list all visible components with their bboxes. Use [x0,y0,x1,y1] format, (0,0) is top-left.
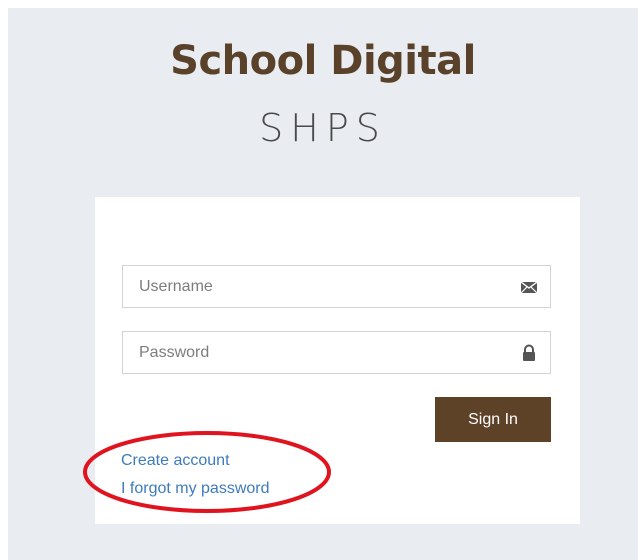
password-field[interactable] [122,331,551,374]
forgot-password-link[interactable]: I forgot my password [121,475,270,503]
username-input[interactable] [123,266,499,307]
brand-subtitle: SHPS [259,106,387,150]
username-field[interactable] [122,265,551,308]
login-card: Sign In Create account I forgot my passw… [95,197,580,524]
lock-icon [523,344,535,361]
brand-title: School Digital [170,38,476,84]
sign-in-button[interactable]: Sign In [435,397,551,442]
password-input[interactable] [123,332,499,373]
account-links: Create account I forgot my password [121,447,270,503]
envelope-icon [520,281,538,294]
create-account-link[interactable]: Create account [121,447,270,475]
